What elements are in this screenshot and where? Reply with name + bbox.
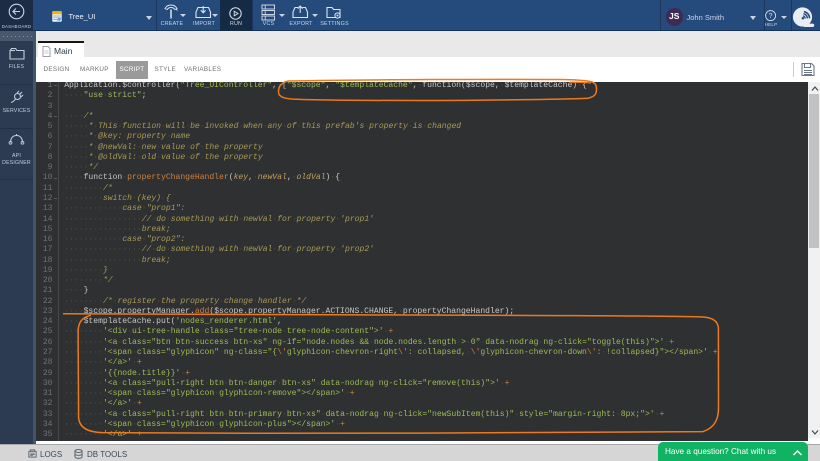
svg-text:?: ? (769, 13, 773, 20)
